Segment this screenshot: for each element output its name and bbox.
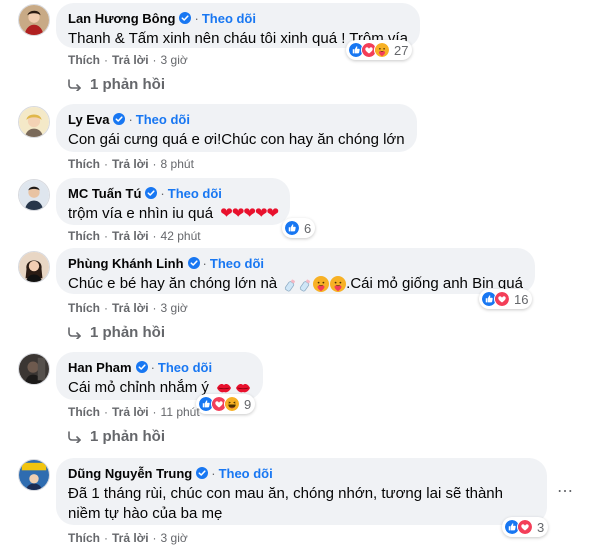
- follow-button[interactable]: Theo dõi: [136, 112, 190, 127]
- reply-button[interactable]: Trả lời: [112, 531, 149, 545]
- reaction-summary[interactable]: 6: [282, 218, 316, 238]
- verified-badge-icon: [188, 257, 200, 269]
- comment-bubble: Dũng Nguyễn Trung · Theo dõi Đã 1 tháng …: [56, 458, 547, 525]
- avatar[interactable]: [18, 4, 50, 36]
- follow-button[interactable]: Theo dõi: [219, 466, 273, 481]
- like-button[interactable]: Thích: [68, 229, 100, 243]
- smiling-face-with-hearts-icon: [313, 276, 329, 292]
- reply-button[interactable]: Trả lời: [112, 53, 149, 67]
- comment-time[interactable]: 8 phút: [161, 157, 194, 171]
- comment-actions: Thích · Trả lời · 3 giờ: [68, 301, 188, 315]
- view-replies-link[interactable]: 1 phản hồi: [66, 76, 165, 93]
- comment-bubble: Ly Eva · Theo dõi Con gái cưng quá e ơi!…: [56, 104, 417, 152]
- like-reaction-icon: [284, 220, 300, 236]
- avatar[interactable]: [18, 106, 50, 138]
- author-name[interactable]: Lan Hương Bông: [68, 11, 175, 26]
- baby-bottle-icon: [300, 279, 311, 291]
- love-reaction-icon: [517, 519, 533, 535]
- follow-button[interactable]: Theo dõi: [202, 11, 256, 26]
- author-name[interactable]: Ly Eva: [68, 112, 109, 127]
- comment-text: Đã 1 tháng rùi, chúc con mau ăn, chóng n…: [68, 485, 503, 522]
- avatar[interactable]: [18, 459, 50, 491]
- comment-time[interactable]: 11 phút: [161, 405, 200, 419]
- smiling-face-with-hearts-icon: [330, 276, 346, 292]
- replies-count: 1 phản hồi: [90, 76, 165, 93]
- comment-text: Chúc e bé hay ăn chóng lớn nà .Cái mỏ gi…: [68, 275, 523, 292]
- comment-actions: Thích · Trả lời · 3 giờ: [68, 531, 188, 545]
- author-name[interactable]: Dũng Nguyễn Trung: [68, 466, 192, 481]
- avatar[interactable]: [18, 251, 50, 283]
- reaction-summary[interactable]: 3: [502, 517, 549, 537]
- follow-button[interactable]: Theo dõi: [210, 256, 264, 271]
- heart-emoji: ❤❤❤❤❤: [220, 205, 279, 222]
- reaction-count: 9: [244, 396, 252, 412]
- comment-actions: Thích · Trả lời · 42 phút: [68, 229, 201, 243]
- comment-actions: Thích · Trả lời · 3 giờ: [68, 53, 188, 67]
- comment-actions: Thích · Trả lời · 11 phút: [68, 405, 200, 419]
- kiss-mark-icon: [216, 384, 231, 393]
- baby-bottle-icon: [285, 279, 296, 291]
- comment-text: Con gái cưng quá e ơi!Chúc con hay ăn ch…: [68, 131, 405, 148]
- like-button[interactable]: Thích: [68, 531, 100, 545]
- comment-bubble: MC Tuấn Tú · Theo dõi trộm vía e nhìn iu…: [56, 178, 291, 225]
- follow-button[interactable]: Theo dõi: [158, 360, 212, 375]
- comment-actions: Thích · Trả lời · 8 phút: [68, 157, 194, 171]
- comment-time[interactable]: 42 phút: [161, 229, 201, 243]
- comment-text: trộm vía e nhìn iu quá ❤❤❤❤❤: [68, 205, 279, 222]
- verified-badge-icon: [179, 12, 191, 24]
- verified-badge-icon: [145, 187, 157, 199]
- verified-badge-icon: [196, 467, 208, 479]
- reaction-count: 16: [514, 291, 529, 307]
- reply-arrow-icon: [66, 327, 82, 339]
- love-reaction-icon: [494, 291, 510, 307]
- follow-button[interactable]: Theo dõi: [168, 186, 222, 201]
- replies-count: 1 phản hồi: [90, 324, 165, 341]
- like-button[interactable]: Thích: [68, 53, 100, 67]
- avatar[interactable]: [18, 353, 50, 385]
- author-name[interactable]: MC Tuấn Tú: [68, 186, 141, 201]
- more-options-icon[interactable]: ⋯: [557, 483, 573, 500]
- reaction-summary[interactable]: 9: [196, 394, 256, 414]
- reply-button[interactable]: Trả lời: [112, 157, 149, 171]
- like-button[interactable]: Thích: [68, 157, 100, 171]
- view-replies-link[interactable]: 1 phản hồi: [66, 428, 165, 445]
- reaction-count: 3: [537, 519, 545, 535]
- view-replies-link[interactable]: 1 phản hồi: [66, 324, 165, 341]
- reaction-count: 27: [394, 42, 409, 58]
- comment-time[interactable]: 3 giờ: [161, 53, 188, 67]
- author-name[interactable]: Phùng Khánh Linh: [68, 256, 184, 271]
- verified-badge-icon: [136, 361, 148, 373]
- like-button[interactable]: Thích: [68, 301, 100, 315]
- author-name[interactable]: Han Pham: [68, 360, 132, 375]
- replies-count: 1 phản hồi: [90, 428, 165, 445]
- verified-badge-icon: [113, 113, 125, 125]
- like-button[interactable]: Thích: [68, 405, 100, 419]
- reply-arrow-icon: [66, 79, 82, 91]
- reply-button[interactable]: Trả lời: [112, 229, 149, 243]
- haha-reaction-icon: [224, 396, 240, 412]
- reply-button[interactable]: Trả lời: [112, 405, 149, 419]
- comment-bubble: Phùng Khánh Linh · Theo dõi Chúc e bé ha…: [56, 248, 535, 294]
- reaction-summary[interactable]: 27: [346, 40, 413, 60]
- reply-arrow-icon: [66, 431, 82, 443]
- kiss-mark-icon: [235, 384, 250, 393]
- avatar[interactable]: [18, 179, 50, 211]
- comment-bubble: Han Pham · Theo dõi Cái mỏ chỉnh nhắm ý: [56, 352, 263, 400]
- reaction-summary[interactable]: 16: [479, 289, 533, 309]
- comment-time[interactable]: 3 giờ: [161, 301, 188, 315]
- comment-time[interactable]: 3 giờ: [161, 531, 188, 545]
- reaction-count: 6: [304, 220, 312, 236]
- care-reaction-icon: [374, 42, 390, 58]
- reply-button[interactable]: Trả lời: [112, 301, 149, 315]
